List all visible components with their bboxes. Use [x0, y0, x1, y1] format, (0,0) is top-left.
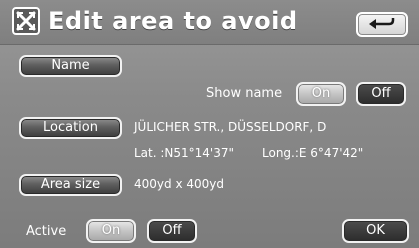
avoid-area-icon: [12, 7, 40, 35]
longitude-value: Long.:E 6°47'42": [262, 146, 364, 160]
return-arrow-icon: [369, 18, 395, 29]
active-label: Active: [26, 224, 67, 239]
edit-area-screen: Edit area to avoid Name Show name On Off…: [0, 0, 419, 248]
back-button[interactable]: [356, 12, 408, 37]
active-off-button[interactable]: Off: [147, 219, 197, 243]
latitude-value: Lat. :N51°14'37": [134, 146, 235, 160]
title-bar: Edit area to avoid: [0, 0, 419, 45]
area-size-button[interactable]: Area size: [19, 174, 122, 196]
location-address: JÜLICHER STR., DÜSSELDORF, D: [134, 120, 327, 134]
show-name-on-button[interactable]: On: [296, 82, 346, 106]
location-button[interactable]: Location: [19, 117, 122, 139]
show-name-label: Show name: [206, 86, 283, 101]
active-on-button[interactable]: On: [86, 219, 136, 243]
name-button[interactable]: Name: [19, 55, 122, 77]
show-name-off-button[interactable]: Off: [356, 82, 406, 106]
area-size-value: 400yd x 400yd: [134, 177, 224, 191]
page-title: Edit area to avoid: [48, 7, 298, 35]
ok-button[interactable]: OK: [342, 219, 409, 243]
